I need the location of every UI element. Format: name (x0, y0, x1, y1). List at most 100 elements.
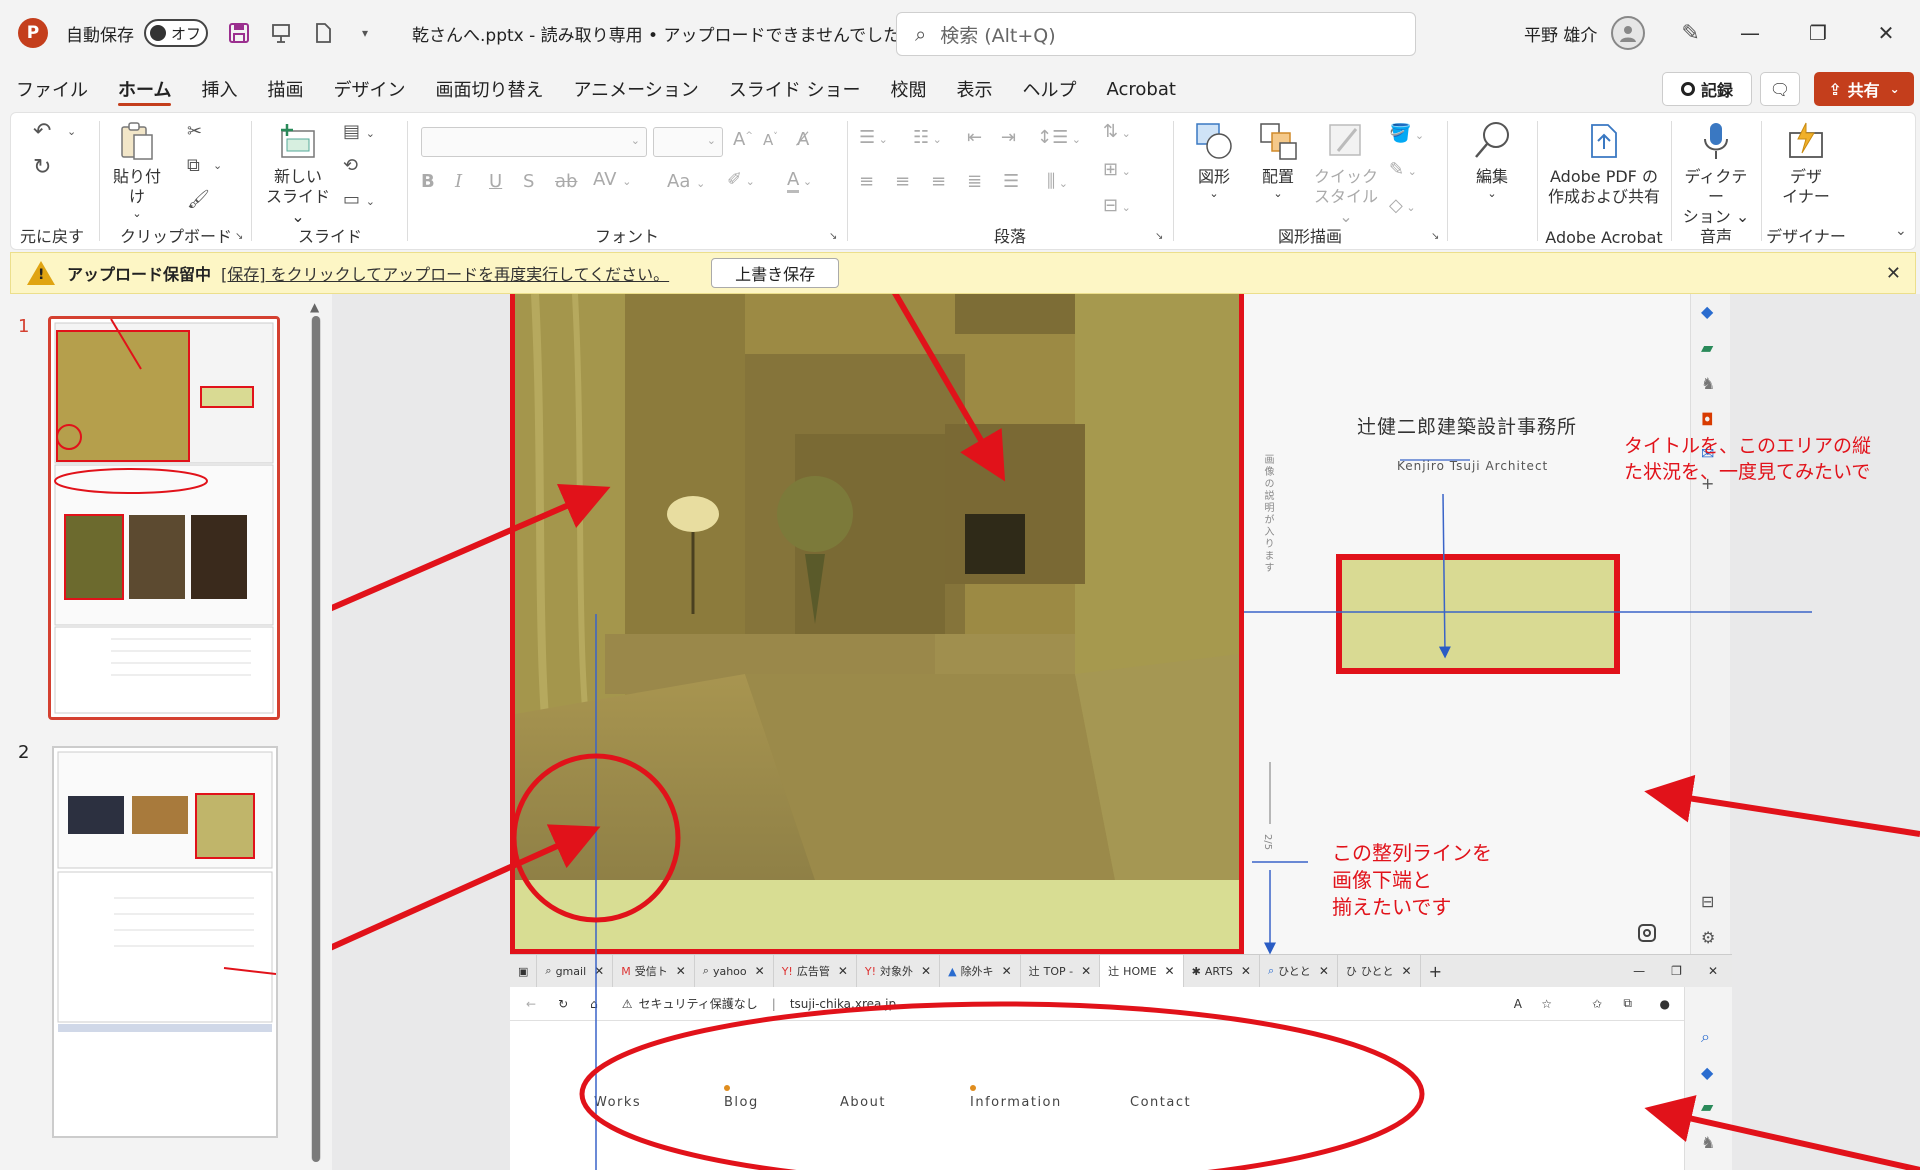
align-right-icon[interactable]: ≡ (931, 171, 946, 192)
redo-icon[interactable]: ↻ (33, 155, 51, 180)
customize-qat-icon[interactable]: ▾ (352, 20, 378, 46)
columns-icon[interactable]: ⫼ ⌄ (1047, 171, 1068, 192)
italic-icon[interactable]: I (455, 171, 462, 192)
effects-icon[interactable]: ◇ ⌄ (1389, 195, 1416, 216)
change-case-icon[interactable]: Aa ⌄ (667, 171, 705, 192)
cut-icon[interactable]: ✂ (187, 121, 202, 142)
overwrite-save-button[interactable]: 上書き保存 (711, 258, 840, 288)
edit-button[interactable]: 編集 ⌄ (1461, 121, 1523, 201)
tab-file[interactable]: ファイル (16, 66, 88, 112)
tab-acrobat[interactable]: Acrobat (1106, 66, 1175, 112)
undo-icon[interactable]: ↶ (33, 119, 51, 144)
tab-help[interactable]: ヘルプ (1022, 66, 1076, 112)
chevron-down-icon[interactable]: ⌄ (67, 125, 76, 138)
powerpoint-icon: P (18, 18, 48, 48)
shadow-icon[interactable]: S (523, 171, 534, 192)
section-icon[interactable]: ▭ ⌄ (343, 189, 375, 210)
scroll-up-icon[interactable]: ▲ (310, 300, 319, 314)
highlight-icon[interactable]: ✐ ⌄ (727, 169, 755, 190)
presentation-icon[interactable] (268, 20, 294, 46)
layout-icon[interactable]: ▤ ⌄ (343, 121, 375, 142)
designer-button[interactable]: デザ イナー (1767, 121, 1845, 207)
restore-icon[interactable]: ❐ (1784, 0, 1852, 66)
spacing-icon[interactable]: AV ⌄ (593, 169, 631, 190)
pen-icon[interactable]: ✎ (1681, 21, 1699, 46)
font-color-icon[interactable]: A ⌄ (787, 169, 812, 193)
paste-button[interactable]: 貼り付け ⌄ (109, 121, 165, 221)
comments-button[interactable]: 🗨 (1760, 72, 1800, 106)
dialog-launcher-icon[interactable]: ↘ (829, 231, 837, 242)
tab-insert[interactable]: 挿入 (201, 66, 237, 112)
slide[interactable]: 辻健二郎建築設計事務所 Kenjiro Tsuji Architect 画像の説… (332, 294, 1920, 1170)
collapse-ribbon-icon[interactable]: ⌄ (1895, 223, 1907, 239)
strikethrough-icon[interactable]: ab (555, 171, 577, 192)
copy-icon[interactable]: ⧉ (187, 155, 200, 176)
slide-number: 2 (18, 742, 30, 763)
divider (407, 121, 408, 241)
close-icon[interactable]: ✕ (1852, 0, 1920, 66)
justify-icon[interactable]: ≣ (967, 171, 982, 192)
shapes-button[interactable]: 図形 ⌄ (1187, 121, 1241, 201)
tab-home[interactable]: ホーム (118, 66, 172, 112)
close-icon[interactable]: ✕ (1886, 263, 1901, 284)
paragraph-group: ☰ ⌄ ☷ ⌄ ⇤ ⇥ ↕☰ ⌄ ⇅ ⌄ ≡ ≡ ≡ ≣ ☰ ⫼ ⌄ ⊞ ⌄ ⊟… (849, 113, 1171, 251)
tab-slideshow[interactable]: スライド ショー (729, 66, 861, 112)
line-spacing-icon[interactable]: ↕☰ ⌄ (1037, 127, 1081, 148)
new-file-icon[interactable] (310, 20, 336, 46)
tab-view[interactable]: 表示 (956, 66, 992, 112)
align-center-icon[interactable]: ≡ (895, 171, 910, 192)
thumbnail-scrollbar[interactable] (311, 316, 321, 1162)
format-painter-icon[interactable]: 🖌 (187, 189, 210, 210)
font-size-select[interactable]: ⌄ (653, 127, 723, 157)
tab-draw[interactable]: 描画 (267, 66, 303, 112)
search-input[interactable]: ⌕ 検索 (Alt+Q) (896, 12, 1416, 56)
tab-transitions[interactable]: 画面切り替え (435, 66, 543, 112)
bold-icon[interactable]: B (421, 171, 435, 192)
fill-icon[interactable]: 🪣 ⌄ (1389, 123, 1424, 144)
dictate-button[interactable]: ディクテー ション ⌄ (1677, 121, 1755, 227)
user-account[interactable]: 平野 雄介 ✎ (1524, 0, 1700, 66)
increase-font-icon[interactable]: A^ (733, 129, 753, 150)
underline-icon[interactable]: U (489, 171, 502, 192)
divider (99, 121, 100, 241)
new-slide-button[interactable]: 新しい スライド ⌄ (263, 121, 333, 227)
dialog-launcher-icon[interactable]: ↘ (1431, 231, 1439, 242)
text-direction-icon[interactable]: ⇅ ⌄ (1103, 121, 1131, 142)
clear-format-icon[interactable]: A̸ (797, 129, 809, 150)
smartart-icon[interactable]: ⊟ ⌄ (1103, 195, 1131, 216)
quick-style-button[interactable]: クイック スタイル ⌄ (1313, 121, 1379, 227)
record-button[interactable]: 記録 (1662, 72, 1752, 106)
distributed-icon[interactable]: ☰ (1003, 171, 1019, 192)
dialog-launcher-icon[interactable]: ↘ (1155, 231, 1163, 242)
autosave-toggle[interactable]: オフ (144, 0, 208, 66)
annotation-ellipse (579, 1001, 1425, 1170)
slide-thumbnail-1[interactable] (48, 316, 280, 720)
decrease-indent-icon[interactable]: ⇤ (967, 127, 982, 148)
tab-animations[interactable]: アニメーション (573, 66, 698, 112)
minimize-icon[interactable]: — (1716, 0, 1784, 66)
arrange-button[interactable]: 配置 ⌄ (1251, 121, 1305, 201)
tab-review[interactable]: 校閲 (890, 66, 926, 112)
slide-thumbnail-2[interactable] (52, 746, 278, 1138)
notification-message[interactable]: [保存] をクリックしてアップロードを再度実行してください。 (221, 261, 669, 285)
decrease-font-icon[interactable]: A˅ (763, 131, 778, 149)
increase-indent-icon[interactable]: ⇥ (1001, 127, 1016, 148)
align-text-icon[interactable]: ⊞ ⌄ (1103, 159, 1131, 180)
align-left-icon[interactable]: ≡ (859, 171, 874, 192)
adobe-label-2: 作成および共有 (1547, 187, 1660, 206)
tab-design[interactable]: デザイン (333, 66, 405, 112)
reset-icon[interactable]: ⟲ (343, 155, 358, 176)
chevron-down-icon[interactable]: ⌄ (213, 159, 222, 172)
document-title[interactable]: 乾さんへ.pptx - 読み取り専用 • アップロードできませんでした⌄ (412, 0, 919, 66)
bullets-icon[interactable]: ☰ ⌄ (859, 127, 888, 148)
dialog-launcher-icon[interactable]: ↘ (235, 231, 243, 242)
outline-icon[interactable]: ✎ ⌄ (1389, 159, 1417, 180)
save-icon[interactable] (226, 20, 252, 46)
avatar[interactable] (1611, 16, 1646, 50)
numbering-icon[interactable]: ☷ ⌄ (913, 127, 942, 148)
scrollbar-thumb[interactable] (312, 316, 320, 1162)
font-family-select[interactable]: ⌄ (421, 127, 647, 157)
slide-editor[interactable]: 辻健二郎建築設計事務所 Kenjiro Tsuji Architect 画像の説… (332, 294, 1920, 1170)
adobe-pdf-button[interactable]: Adobe PDF の 作成および共有 (1539, 121, 1669, 207)
share-button[interactable]: ⇪ 共有 ⌄ (1814, 72, 1914, 106)
